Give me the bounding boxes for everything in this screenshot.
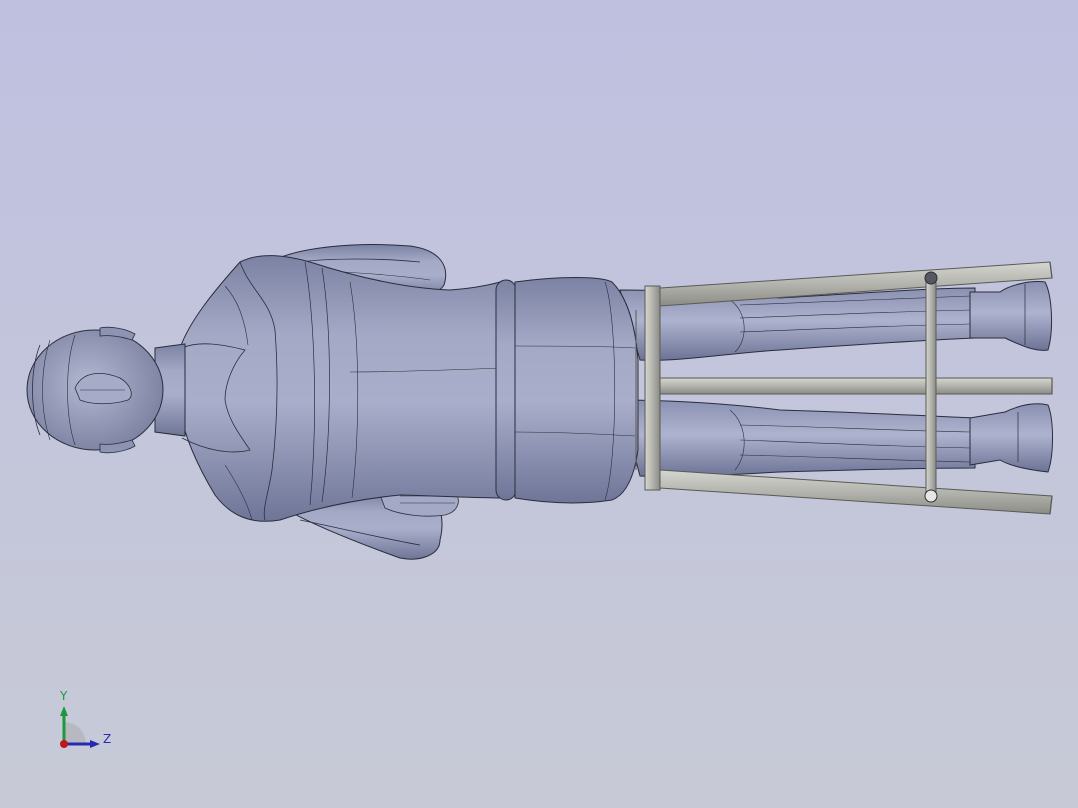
cad-model[interactable]: [0, 0, 1078, 808]
torso[interactable]: [179, 255, 501, 522]
foot-lower[interactable]: [969, 403, 1053, 473]
x-axis-dot: [60, 740, 68, 748]
belt[interactable]: [495, 279, 517, 501]
coordinate-triad: Y Z: [59, 689, 111, 748]
triad-sector: [64, 722, 86, 744]
graphics-viewport[interactable]: Y Z: [0, 0, 1078, 808]
foot-upper[interactable]: [969, 281, 1053, 351]
pelvis[interactable]: [514, 277, 639, 504]
y-axis-label: Y: [59, 689, 68, 703]
y-axis-arrowhead: [60, 706, 68, 716]
z-axis-label: Z: [103, 732, 111, 746]
head[interactable]: [26, 326, 164, 454]
z-axis-arrowhead: [90, 740, 100, 748]
leg-lower[interactable]: [619, 399, 976, 478]
